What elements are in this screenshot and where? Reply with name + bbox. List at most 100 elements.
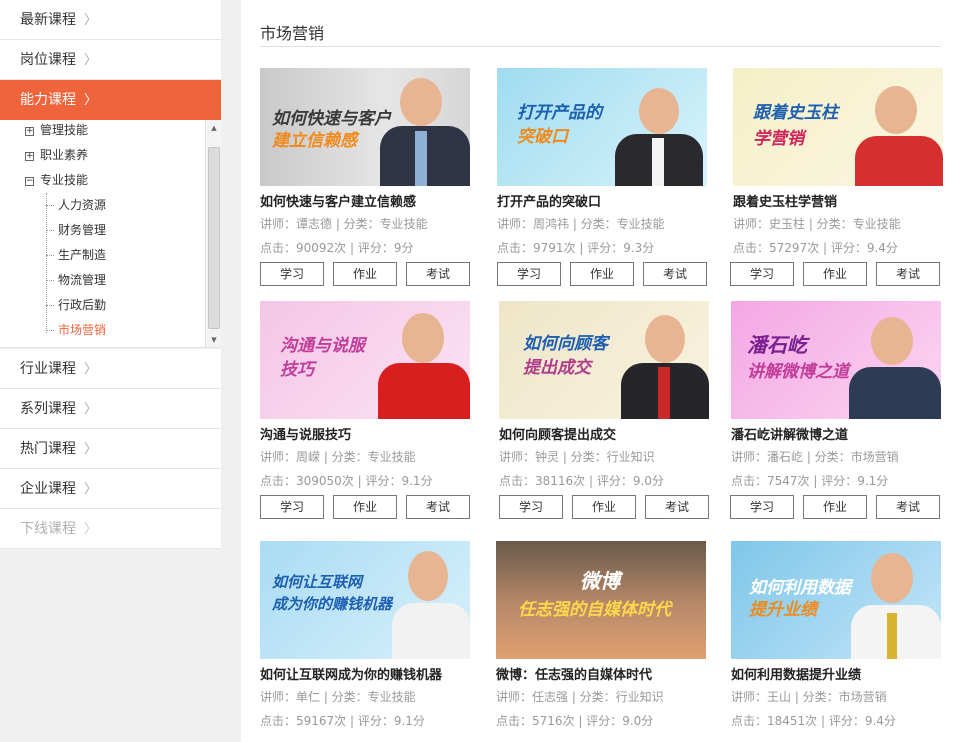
course-title[interactable]: 如何快速与客户建立信赖感 <box>260 191 416 210</box>
study-button[interactable]: 学习 <box>730 495 794 519</box>
menu-label: 下线课程 <box>20 521 76 537</box>
course-stats: 点击：59167次 | 评分：9.1分 <box>260 714 425 728</box>
course-stats: 点击：309050次 | 评分：9.1分 <box>260 474 433 488</box>
course-title[interactable]: 潘石屹讲解微博之道 <box>731 424 848 443</box>
expand-icon[interactable]: + <box>25 127 34 136</box>
course-thumbnail[interactable]: 潘石屹 讲解微博之道 <box>731 301 941 419</box>
study-button[interactable]: 学习 <box>497 262 561 286</box>
menu-item-ability[interactable]: 能力课程〉 <box>0 80 221 120</box>
expand-icon[interactable]: + <box>25 152 34 161</box>
course-meta: 讲师：单仁 | 分类：专业技能 <box>260 690 416 704</box>
course-title[interactable]: 如何让互联网成为你的赚钱机器 <box>260 664 442 683</box>
study-button[interactable]: 学习 <box>260 262 324 286</box>
course-thumbnail[interactable]: 如何向顾客 提出成交 <box>499 301 709 419</box>
tree-leaf-production[interactable]: 生产制造 <box>58 245 106 265</box>
exam-button[interactable]: 考试 <box>643 262 707 286</box>
tree-leaf-admin[interactable]: 行政后勤 <box>58 295 106 315</box>
homework-button[interactable]: 作业 <box>333 495 397 519</box>
chevron-right-icon: 〉 <box>84 522 98 537</box>
homework-button[interactable]: 作业 <box>570 262 634 286</box>
course-thumbnail[interactable]: 如何利用数据 提升业绩 <box>731 541 941 659</box>
chevron-right-icon: 〉 <box>84 442 98 457</box>
tree-connector <box>46 330 54 331</box>
thumbnail-line1: 跟着史玉柱 <box>753 103 838 123</box>
lecturer-photo <box>609 68 707 186</box>
tree-scrollbar[interactable]: ▲ ▼ <box>205 120 221 347</box>
menu-label: 最新课程 <box>20 12 76 28</box>
exam-button[interactable]: 考试 <box>406 262 470 286</box>
course-stats: 点击：5716次 | 评分：9.0分 <box>496 714 654 728</box>
course-thumbnail[interactable]: 跟着史玉柱 学营销 <box>733 68 943 186</box>
course-meta: 讲师：周嵘 | 分类：专业技能 <box>260 450 416 464</box>
thumbnail-line2: 建立信赖感 <box>272 131 357 151</box>
scroll-thumb[interactable] <box>208 147 220 329</box>
tree-connector <box>46 230 54 231</box>
tree-node-professionalism[interactable]: + 职业素养 <box>25 145 88 165</box>
thumbnail-line2: 学营销 <box>753 129 804 149</box>
exam-button[interactable]: 考试 <box>645 495 709 519</box>
exam-button[interactable]: 考试 <box>876 495 940 519</box>
course-title[interactable]: 如何利用数据提升业绩 <box>731 664 861 683</box>
scroll-up-icon[interactable]: ▲ <box>206 120 221 136</box>
exam-button[interactable]: 考试 <box>406 495 470 519</box>
main-content: 市场营销 如何快速与客户 建立信赖感 如何快速与客户建立信赖感 讲师：谭志德 |… <box>241 0 961 742</box>
course-meta: 讲师：周鸿祎 | 分类：专业技能 <box>497 217 665 231</box>
chevron-right-icon: 〉 <box>84 13 98 28</box>
study-button[interactable]: 学习 <box>499 495 563 519</box>
tree-leaf-finance[interactable]: 财务管理 <box>58 220 106 240</box>
homework-button[interactable]: 作业 <box>333 262 397 286</box>
homework-button[interactable]: 作业 <box>803 495 867 519</box>
category-tree: + 管理技能 + 职业素养 − 专业技能 人力资源 财务管理 生产制造 物流管理 行政… <box>0 120 221 348</box>
course-title[interactable]: 微博：任志强的自媒体时代 <box>496 664 652 683</box>
menu-item-enterprise[interactable]: 企业课程〉 <box>0 469 221 509</box>
lecturer-photo <box>609 301 709 419</box>
thumbnail-line2: 成为你的赚钱机器 <box>272 595 393 613</box>
exam-button[interactable]: 考试 <box>876 262 940 286</box>
homework-button[interactable]: 作业 <box>572 495 636 519</box>
tree-node-management[interactable]: + 管理技能 <box>25 120 88 140</box>
menu-label: 企业课程 <box>20 481 76 497</box>
course-title[interactable]: 打开产品的突破口 <box>497 191 601 210</box>
tree-node-label: 管理技能 <box>40 123 89 137</box>
tree-connector <box>46 205 54 206</box>
menu-item-position[interactable]: 岗位课程〉 <box>0 40 221 80</box>
study-button[interactable]: 学习 <box>730 262 794 286</box>
tree-leaf-marketing[interactable]: 市场营销 <box>58 320 106 340</box>
chevron-right-icon: 〉 <box>84 93 98 108</box>
menu-label: 能力课程 <box>20 92 76 108</box>
sidebar: 最新课程〉 岗位课程〉 能力课程〉 + 管理技能 + 职业素养 − 专业技能 人力资源… <box>0 0 221 742</box>
course-thumbnail[interactable]: 如何快速与客户 建立信赖感 <box>260 68 470 186</box>
tree-connector <box>46 193 47 333</box>
thumbnail-line2: 技巧 <box>280 360 314 380</box>
scroll-down-icon[interactable]: ▼ <box>206 332 221 347</box>
collapse-icon[interactable]: − <box>25 177 34 186</box>
course-title[interactable]: 沟通与说服技巧 <box>260 424 351 443</box>
chevron-right-icon: 〉 <box>84 482 98 497</box>
menu-label: 岗位课程 <box>20 52 76 68</box>
course-thumbnail[interactable]: 微博 任志强的自媒体时代 <box>496 541 706 659</box>
tree-node-label: 职业素养 <box>40 148 89 162</box>
course-meta: 讲师：王山 | 分类：市场营销 <box>731 690 887 704</box>
menu-item-latest[interactable]: 最新课程〉 <box>0 0 221 40</box>
course-thumbnail[interactable]: 打开产品的 突破口 <box>497 68 707 186</box>
thumbnail-line1: 如何让互联网 <box>272 573 363 591</box>
thumbnail-line2: 提出成交 <box>523 358 591 378</box>
course-title[interactable]: 跟着史玉柱学营销 <box>733 191 837 210</box>
study-button[interactable]: 学习 <box>260 495 324 519</box>
tree-node-specialized[interactable]: − 专业技能 <box>25 170 88 190</box>
tree-leaf-hr[interactable]: 人力资源 <box>58 195 106 215</box>
menu-item-popular[interactable]: 热门课程〉 <box>0 429 221 469</box>
tree-leaf-logistics[interactable]: 物流管理 <box>58 270 106 290</box>
course-meta: 讲师：史玉柱 | 分类：专业技能 <box>733 217 901 231</box>
menu-item-industry[interactable]: 行业课程〉 <box>0 349 221 389</box>
homework-button[interactable]: 作业 <box>803 262 867 286</box>
menu-item-series[interactable]: 系列课程〉 <box>0 389 221 429</box>
course-thumbnail[interactable]: 沟通与说服 技巧 <box>260 301 470 419</box>
menu-item-offline[interactable]: 下线课程〉 <box>0 509 221 549</box>
thumbnail-line2: 提升业绩 <box>749 600 817 620</box>
course-meta: 讲师：潘石屹 | 分类：市场营销 <box>731 450 899 464</box>
course-title[interactable]: 如何向顾客提出成交 <box>499 424 616 443</box>
course-stats: 点击：9791次 | 评分：9.3分 <box>497 241 655 255</box>
menu-label: 行业课程 <box>20 361 76 377</box>
course-thumbnail[interactable]: 如何让互联网 成为你的赚钱机器 <box>260 541 470 659</box>
